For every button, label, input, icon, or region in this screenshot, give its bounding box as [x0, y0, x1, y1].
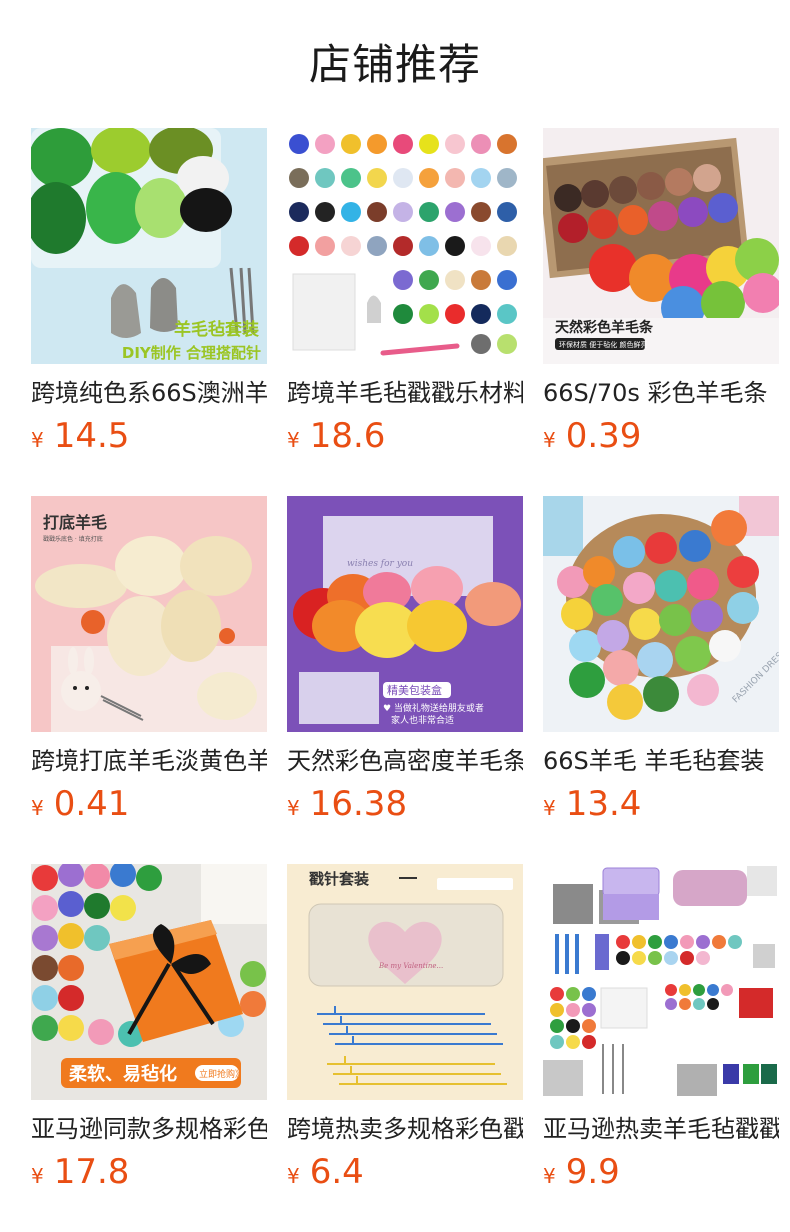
price-value: 16.38 [309, 784, 408, 824]
product-price: ¥9.9 [543, 1150, 620, 1194]
product-card[interactable]: FASHION DRESSING 66S羊毛 羊毛毡套装 ¥13.4 [543, 496, 779, 864]
shop-recommend-page: 店铺推荐 羊毛毡套装 DIY制作 合理搭配针 跨境纯色系66S澳洲羊 ¥ 14.… [0, 0, 790, 1232]
orange-gift-wool-image: 柔软、易毡化 立即抢购》 [31, 864, 267, 1100]
svg-text:wishes for you: wishes for you [347, 559, 413, 569]
product-image[interactable] [543, 864, 779, 1100]
product-card[interactable]: 天然彩色羊毛条 环保材质 便于毡化 颜色鲜亮 66S/70s 彩色羊毛条 ¥0.… [543, 128, 779, 496]
product-image[interactable]: 打底羊毛 戳戳乐底色 · 填充打底 [31, 496, 267, 732]
price-value: 17.8 [53, 1152, 130, 1192]
product-card[interactable]: 戳针套装 Be my Valentine... 跨境热卖多规格彩色戳 ¥ 6.4 [287, 864, 523, 1232]
price-value: 0.39 [565, 416, 642, 456]
currency-symbol: ¥ [543, 428, 556, 452]
image-caption: 戳针套装 [309, 870, 370, 888]
product-name[interactable]: 天然彩色高密度羊毛条 [287, 744, 523, 778]
gift-box-wool-image: wishes for you 精美包装盒 ♥ 当做礼物送给朋友或者 家人也非常合… [287, 496, 523, 732]
product-image[interactable]: 柔软、易毡化 立即抢购》 [31, 864, 267, 1100]
product-price: ¥6.4 [287, 1150, 364, 1194]
product-name[interactable]: 亚马逊热卖羊毛毡戳戳乐套装 [543, 1112, 779, 1146]
product-price: ¥17.8 [31, 1150, 129, 1194]
product-card[interactable]: 柔软、易毡化 立即抢购》 亚马逊同款多规格彩色羊毛 ¥17.8 [31, 864, 267, 1232]
product-image[interactable]: FASHION DRESSING [543, 496, 779, 732]
currency-symbol: ¥ [543, 1164, 556, 1188]
price-value: 0.41 [53, 784, 130, 824]
green-wool-set-image: 羊毛毡套装 DIY制作 合理搭配针 [31, 128, 267, 364]
product-name[interactable]: 跨境热卖多规格彩色戳针 [287, 1112, 523, 1146]
image-caption: 精美包装盒 [387, 683, 442, 697]
currency-symbol: ¥ [543, 796, 556, 820]
image-caption: 打底羊毛 [43, 513, 107, 532]
product-grid: 羊毛毡套装 DIY制作 合理搭配针 跨境纯色系66S澳洲羊毛毡戳戳乐材料 ¥14… [31, 128, 779, 1232]
currency-symbol: ¥ [287, 1164, 300, 1188]
product-name[interactable]: 66S/70s 彩色羊毛条 [543, 376, 779, 410]
product-price: ¥18.6 [287, 414, 385, 458]
image-caption: 羊毛毡套装 [174, 319, 259, 340]
base-wool-image: 打底羊毛 戳戳乐底色 · 填充打底 [31, 496, 267, 732]
felting-needles-image: 戳针套装 Be my Valentine... [287, 864, 523, 1100]
price-value: 18.6 [309, 416, 386, 456]
wool-basket-image: 天然彩色羊毛条 环保材质 便于毡化 颜色鲜亮 [543, 128, 779, 364]
product-name[interactable]: 跨境羊毛毡戳戳乐材料包 [287, 376, 523, 410]
felting-kit-image [543, 864, 779, 1100]
product-name[interactable]: 66S羊毛 羊毛毡套装 [543, 744, 779, 778]
image-caption: 戳戳乐底色 · 填充打底 [43, 535, 103, 543]
product-name[interactable]: 跨境打底羊毛淡黄色羊毛 [31, 744, 267, 778]
product-price: ¥13.4 [543, 782, 641, 826]
product-price: ¥16.38 [287, 782, 407, 826]
wool-color-grid-image [287, 128, 523, 364]
product-price: ¥0.41 [31, 782, 129, 826]
product-image[interactable]: 羊毛毡套装 DIY制作 合理搭配针 [31, 128, 267, 364]
product-card[interactable]: 打底羊毛 戳戳乐底色 · 填充打底 跨境打底羊毛淡黄色羊 ¥ 0.41 [31, 496, 267, 864]
product-image[interactable]: wishes for you 精美包装盒 ♥ 当做礼物送给朋友或者 家人也非常合… [287, 496, 523, 732]
currency-symbol: ¥ [287, 428, 300, 452]
image-caption: ♥ 当做礼物送给朋友或者 [383, 702, 484, 714]
currency-symbol: ¥ [31, 796, 44, 820]
currency-symbol: ¥ [287, 796, 300, 820]
price-value: 13.4 [565, 784, 642, 824]
image-caption: Be my Valentine... [378, 962, 443, 970]
image-caption: 柔软、易毡化 [69, 1063, 177, 1085]
product-name[interactable]: 亚马逊同款多规格彩色羊毛 [31, 1112, 267, 1146]
product-card[interactable]: 跨境羊毛毡戳戳乐材料包 ¥18.6 [287, 128, 523, 496]
price-value: 14.5 [53, 416, 130, 456]
product-image[interactable]: 天然彩色羊毛条 环保材质 便于毡化 颜色鲜亮 [543, 128, 779, 364]
image-caption: 环保材质 便于毡化 颜色鲜亮 [559, 340, 647, 349]
product-image[interactable]: 戳针套装 Be my Valentine... [287, 864, 523, 1100]
currency-symbol: ¥ [31, 428, 44, 452]
image-caption: 天然彩色羊毛条 [555, 319, 654, 336]
image-caption: 立即抢购》 [199, 1068, 244, 1080]
section-title: 店铺推荐 [308, 40, 481, 89]
price-value: 9.9 [565, 1152, 620, 1192]
product-price: ¥14.5 [31, 414, 129, 458]
currency-symbol: ¥ [31, 1164, 44, 1188]
product-card[interactable]: 亚马逊热卖羊毛毡戳戳乐套装 ¥9.9 [543, 864, 779, 1232]
price-value: 6.4 [309, 1152, 364, 1192]
image-caption: 家人也非常合适 [391, 714, 454, 726]
product-name[interactable]: 跨境纯色系66S澳洲羊毛毡戳戳乐材料 [31, 376, 267, 410]
product-image[interactable] [287, 128, 523, 364]
product-card[interactable]: 羊毛毡套装 DIY制作 合理搭配针 跨境纯色系66S澳洲羊毛毡戳戳乐材料 ¥14… [31, 128, 267, 496]
image-caption: DIY制作 合理搭配针 [122, 344, 261, 362]
product-card[interactable]: wishes for you 精美包装盒 ♥ 当做礼物送给朋友或者 家人也非常合… [287, 496, 523, 864]
product-price: ¥0.39 [543, 414, 641, 458]
wool-plate-image: FASHION DRESSING [543, 496, 779, 732]
